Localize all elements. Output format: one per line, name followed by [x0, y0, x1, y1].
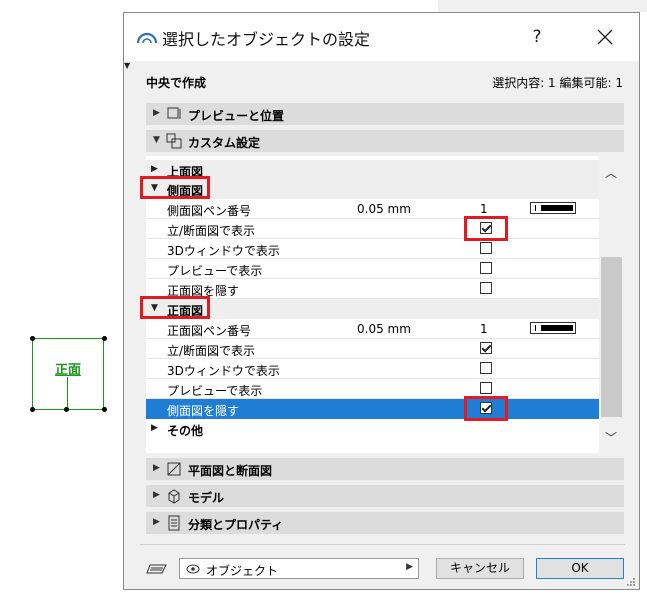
- preview-position-icon: [166, 106, 182, 122]
- panel-label: 分類とプロパティ: [188, 518, 284, 532]
- row-label: プレビューで表示: [167, 264, 263, 278]
- settings-tree: ▶ 上面図 ▼ 側面図 側面図ペン番号 0.05 mm 1 立/断面図で表示 3…: [146, 156, 624, 453]
- highlight-checkbox: [464, 216, 508, 241]
- checkbox[interactable]: [480, 282, 492, 294]
- object-label: 正面: [54, 363, 81, 378]
- dialog-title: 選択したオブジェクトの設定: [162, 30, 371, 49]
- front-show-section-row[interactable]: 立/断面図で表示: [146, 339, 599, 359]
- row-label: 立/断面図で表示: [167, 344, 256, 358]
- layer-dropdown[interactable]: オブジェクト ▶: [179, 558, 419, 579]
- panel-model[interactable]: ▶ モデル: [146, 485, 624, 507]
- pen-width: 0.05 mm: [357, 322, 411, 336]
- front-show-preview-row[interactable]: プレビューで表示: [146, 379, 599, 399]
- placement-label: 中央で作成: [146, 76, 207, 90]
- plan-section-icon: [166, 461, 182, 477]
- front-view-object[interactable]: 正面: [32, 338, 104, 410]
- pen-number[interactable]: 1: [480, 202, 488, 216]
- selection-handle[interactable]: [102, 336, 107, 341]
- panel-custom-settings[interactable]: ▼ カスタム設定: [146, 130, 624, 152]
- front-show-3d-row[interactable]: 3Dウィンドウで表示: [146, 359, 599, 379]
- side-hide-front-row[interactable]: 正面図を隠す: [146, 279, 599, 299]
- selection-info: 選択内容: 1 編集可能: 1: [492, 76, 623, 90]
- cancel-button[interactable]: キャンセル: [436, 558, 524, 579]
- chevron-right-icon: ▶: [153, 463, 160, 473]
- row-label: 3Dウィンドウで表示: [167, 244, 280, 258]
- background-strip: [438, 0, 647, 12]
- collapse-caret-icon[interactable]: ▼: [124, 61, 130, 70]
- custom-settings-icon: [166, 133, 182, 149]
- chevron-right-icon: ▶: [151, 164, 158, 174]
- favorites-icon[interactable]: [146, 562, 168, 579]
- divider: [140, 544, 625, 545]
- panel-label: プレビューと位置: [188, 109, 285, 123]
- checkbox[interactable]: [480, 362, 492, 374]
- chevron-right-icon: ▶: [151, 423, 158, 433]
- chevron-right-icon: ▶: [153, 490, 160, 500]
- row-label: 側面図を隠す: [167, 404, 240, 418]
- selection-handle[interactable]: [30, 336, 35, 341]
- side-pen-row[interactable]: 側面図ペン番号 0.05 mm 1: [146, 199, 599, 219]
- archicad-arch-icon: [136, 25, 158, 48]
- checkbox[interactable]: [480, 262, 492, 274]
- tree-scrollbar[interactable]: ︿ ﹀: [599, 156, 624, 453]
- chevron-down-icon: ▼: [153, 135, 160, 145]
- highlight-front-view: [140, 296, 210, 319]
- panel-label: 平面図と断面図: [188, 464, 273, 478]
- row-label: プレビューで表示: [167, 384, 263, 398]
- side-show-3d-row[interactable]: 3Dウィンドウで表示: [146, 239, 599, 259]
- group-label: その他: [167, 424, 204, 438]
- selection-handle[interactable]: [30, 407, 35, 412]
- help-button[interactable]: ?: [522, 23, 552, 51]
- chevron-right-icon: ▶: [153, 517, 160, 527]
- dropdown-value: オブジェクト: [206, 564, 279, 578]
- selection-handle[interactable]: [64, 407, 69, 412]
- panel-label: モデル: [188, 491, 225, 505]
- resize-grip-icon[interactable]: [626, 576, 636, 586]
- tree-group-side-view[interactable]: ▼ 側面図: [146, 179, 599, 199]
- ok-button[interactable]: OK: [536, 558, 624, 579]
- tree-group-other[interactable]: ▶ その他: [146, 419, 599, 439]
- panel-label: カスタム設定: [188, 136, 261, 150]
- object-hotspot-line: [67, 377, 68, 410]
- panel-classification[interactable]: ▶ 分類とプロパティ: [146, 512, 624, 534]
- front-pen-row[interactable]: 正面図ペン番号 0.05 mm 1: [146, 319, 599, 339]
- tree-group-top-view[interactable]: ▶ 上面図: [146, 160, 599, 180]
- highlight-checkbox: [464, 396, 508, 421]
- pen-number[interactable]: 1: [480, 322, 488, 336]
- side-show-preview-row[interactable]: プレビューで表示: [146, 259, 599, 279]
- eye-icon: [186, 563, 200, 577]
- pen-swatch[interactable]: [530, 202, 576, 214]
- close-button[interactable]: [590, 23, 620, 51]
- row-label: 側面図ペン番号: [167, 204, 252, 218]
- checkbox[interactable]: [480, 342, 492, 354]
- front-hide-side-row[interactable]: 側面図を隠す: [146, 399, 599, 419]
- selection-handle[interactable]: [102, 407, 107, 412]
- pen-swatch[interactable]: [530, 322, 576, 334]
- model-cube-icon: [166, 488, 182, 504]
- chevron-right-icon: ▶: [153, 108, 160, 118]
- pen-width: 0.05 mm: [357, 202, 411, 216]
- highlight-side-view: [140, 176, 210, 199]
- checkbox[interactable]: [480, 382, 492, 394]
- side-show-section-row[interactable]: 立/断面図で表示: [146, 219, 599, 239]
- tree-group-front-view[interactable]: ▼ 正面図: [146, 299, 599, 319]
- document-list-icon: [166, 515, 182, 531]
- title-bar[interactable]: 選択したオブジェクトの設定 ?: [124, 13, 639, 61]
- row-label: 正面図ペン番号: [167, 324, 252, 338]
- checkbox[interactable]: [480, 242, 492, 254]
- row-label: 3Dウィンドウで表示: [167, 364, 280, 378]
- chevron-up-icon[interactable]: ︿: [605, 164, 617, 181]
- row-label: 立/断面図で表示: [167, 224, 256, 238]
- panel-preview-position[interactable]: ▶ プレビューと位置: [146, 103, 624, 125]
- close-icon: [597, 29, 613, 45]
- chevron-right-icon: ▶: [406, 562, 413, 572]
- panel-plan-section[interactable]: ▶ 平面図と断面図: [146, 458, 624, 480]
- scrollbar-thumb[interactable]: [601, 257, 622, 417]
- chevron-down-icon[interactable]: ﹀: [605, 429, 617, 446]
